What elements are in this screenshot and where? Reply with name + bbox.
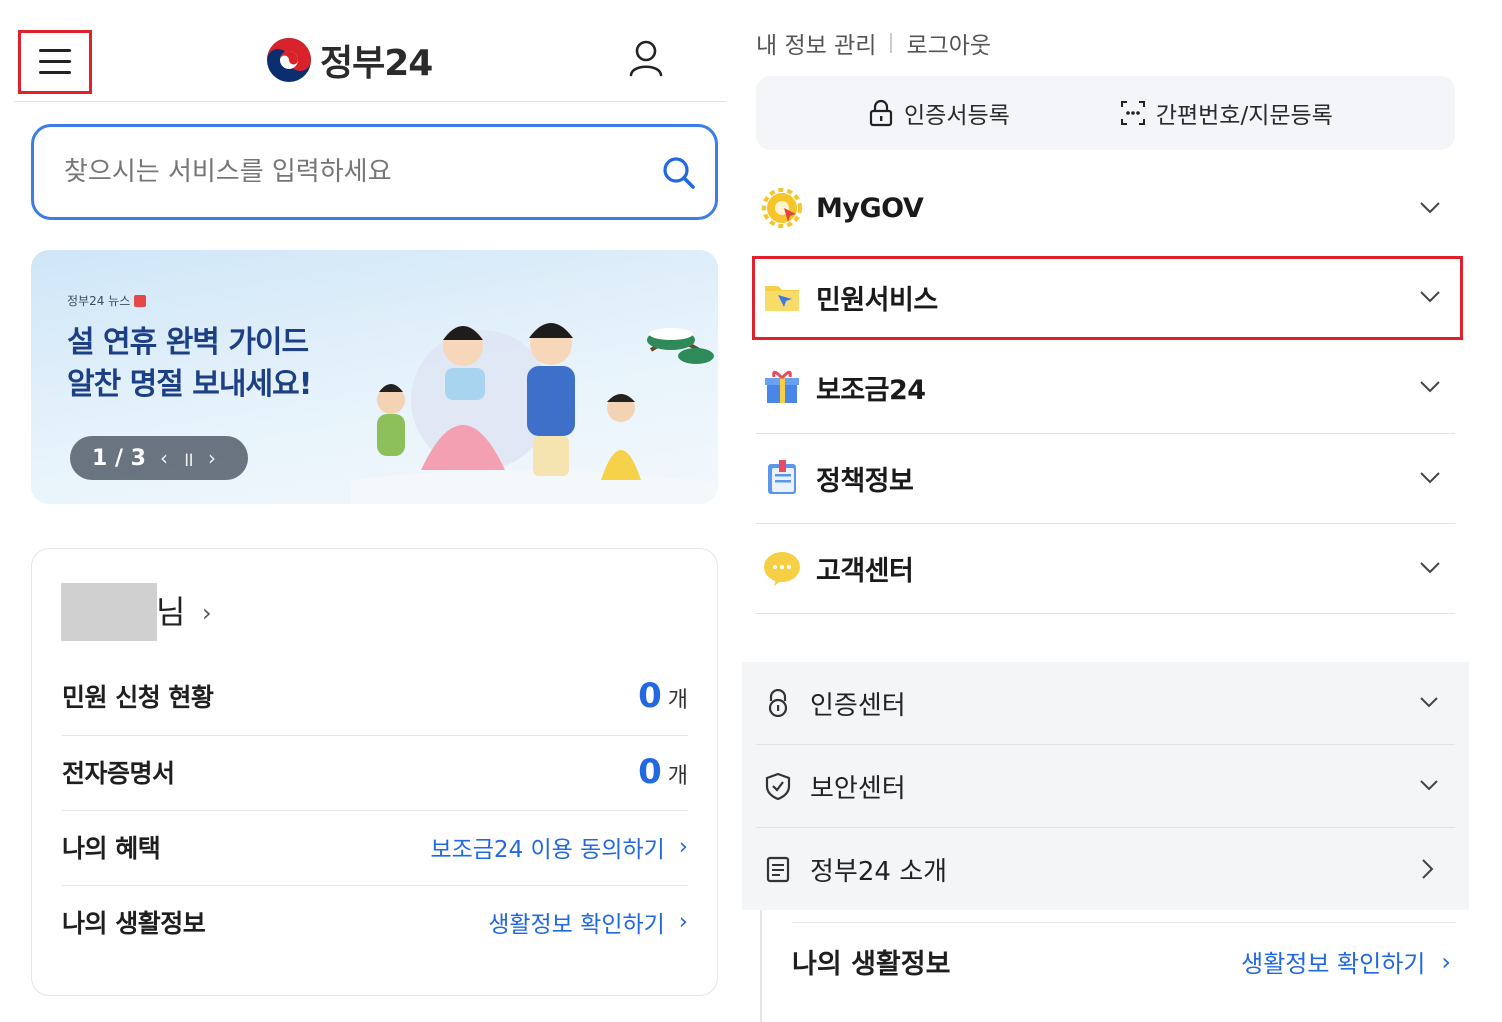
chevron-down-icon bbox=[1420, 472, 1440, 484]
card-row-e-certificate[interactable]: 전자증명서 0개 bbox=[62, 735, 688, 809]
chevron-down-icon bbox=[1420, 780, 1438, 791]
chat-bubble-icon bbox=[764, 552, 800, 586]
pager-count: 1 / 3 bbox=[92, 445, 146, 471]
card-row-my-benefits: 나의 혜택 보조금24 이용 동의하기 › bbox=[62, 810, 688, 884]
auth-register-bar: 인증서등록 간편번호/지문등록 bbox=[756, 76, 1455, 150]
underlying-card-peek: 나의 생활정보 생활정보 확인하기 › bbox=[760, 910, 1469, 1022]
menu-item-security-center[interactable]: 보안센터 bbox=[756, 745, 1455, 827]
my-info-link[interactable]: 내 정보 관리 bbox=[756, 26, 876, 60]
lock-icon bbox=[869, 99, 893, 127]
gift-box-icon bbox=[765, 370, 799, 403]
hamburger-menu-button[interactable] bbox=[18, 30, 92, 94]
logout-link[interactable]: 로그아웃 bbox=[906, 26, 991, 60]
pin-fingerprint-register-button[interactable]: 간편번호/지문등록 bbox=[1120, 96, 1333, 130]
side-menu-screen: 내 정보 관리 로그아웃 인증서등록 간편번호/지문등록 MyGOV 민원서비스… bbox=[742, 0, 1502, 1022]
card-row-application-status[interactable]: 민원 신청 현황 0개 bbox=[62, 659, 688, 733]
chevron-right-icon: › bbox=[678, 834, 688, 860]
pin-scan-icon bbox=[1120, 101, 1145, 125]
count-value: 0 bbox=[638, 676, 662, 716]
app-logo[interactable]: 정부24 bbox=[266, 34, 433, 86]
benefit-consent-link[interactable]: 보조금24 이용 동의하기 › bbox=[430, 830, 688, 864]
menu-item-mygov[interactable]: MyGOV bbox=[756, 163, 1455, 253]
document-list-icon bbox=[766, 856, 790, 883]
card-row-life-info: 나의 생활정보 생활정보 확인하기 › bbox=[62, 885, 688, 959]
chevron-right-icon[interactable]: › bbox=[202, 599, 212, 627]
news-banner[interactable]: 정부24 뉴스 설 연휴 완벽 가이드 알찬 명절 보내세요! 1 / 3 ‹ … bbox=[31, 250, 718, 504]
header-divider bbox=[14, 101, 726, 102]
menu-item-policy-info[interactable]: 정책정보 bbox=[756, 433, 1455, 523]
certificate-register-button[interactable]: 인증서등록 bbox=[868, 96, 1010, 130]
menu-item-customer-center[interactable]: 고객센터 bbox=[756, 523, 1455, 613]
redacted-user-name bbox=[61, 583, 157, 641]
user-summary-card: 님 › 민원 신청 현황 0개 전자증명서 0개 나의 혜택 보조금24 이용 … bbox=[31, 548, 718, 996]
banner-tag: 정부24 뉴스 bbox=[67, 292, 147, 309]
next-slide-icon[interactable]: › bbox=[208, 446, 216, 470]
pause-icon[interactable]: ॥ bbox=[182, 445, 194, 472]
search-input[interactable] bbox=[64, 147, 644, 197]
menu-item-auth-center[interactable]: 인증센터 bbox=[756, 662, 1455, 744]
menu-item-about-gov24[interactable]: 정부24 소개 bbox=[756, 828, 1455, 910]
document-icon bbox=[768, 460, 796, 494]
chevron-down-icon bbox=[1420, 381, 1440, 393]
news-badge-icon bbox=[134, 294, 147, 307]
banner-pager: 1 / 3 ‹ ॥ › bbox=[70, 436, 248, 480]
selection-highlight bbox=[752, 256, 1463, 340]
search-box bbox=[31, 124, 718, 220]
link-separator bbox=[890, 33, 893, 53]
chevron-down-icon bbox=[1420, 562, 1440, 574]
support-section: 인증센터 보안센터 정부24 소개 bbox=[742, 662, 1469, 910]
count-value: 0 bbox=[638, 752, 662, 792]
account-links: 내 정보 관리 로그아웃 bbox=[756, 26, 991, 60]
name-suffix: 님 bbox=[156, 593, 186, 631]
search-icon[interactable] bbox=[661, 155, 697, 191]
chevron-right-icon: › bbox=[1441, 947, 1451, 976]
lock-shield-icon bbox=[768, 689, 788, 717]
banner-headline: 설 연휴 완벽 가이드 알찬 명절 보내세요! bbox=[67, 325, 312, 402]
app-name: 정부24 bbox=[320, 43, 433, 84]
hamburger-icon bbox=[39, 49, 71, 75]
life-info-link[interactable]: 생활정보 확인하기 › bbox=[488, 905, 688, 939]
holiday-family-illustration bbox=[351, 323, 718, 504]
prev-slide-icon[interactable]: ‹ bbox=[160, 446, 168, 470]
main-screen: 정부24 정부24 뉴스 설 연휴 완벽 가이드 알찬 명절 보내세요! bbox=[0, 0, 730, 1022]
peek-label: 나의 생활정보 bbox=[792, 949, 951, 980]
taegeuk-emblem-icon bbox=[267, 38, 311, 82]
chevron-right-icon bbox=[1422, 859, 1434, 879]
user-profile-icon[interactable] bbox=[626, 38, 666, 78]
chevron-down-icon bbox=[1420, 697, 1438, 708]
shield-check-icon bbox=[765, 772, 791, 800]
peek-life-info-link[interactable]: 생활정보 확인하기 › bbox=[1241, 944, 1451, 979]
chevron-right-icon: › bbox=[678, 909, 688, 935]
menu-item-subsidy24[interactable]: 보조금24 bbox=[756, 342, 1455, 432]
chevron-down-icon bbox=[1420, 202, 1440, 214]
mygov-gear-icon bbox=[762, 188, 802, 228]
